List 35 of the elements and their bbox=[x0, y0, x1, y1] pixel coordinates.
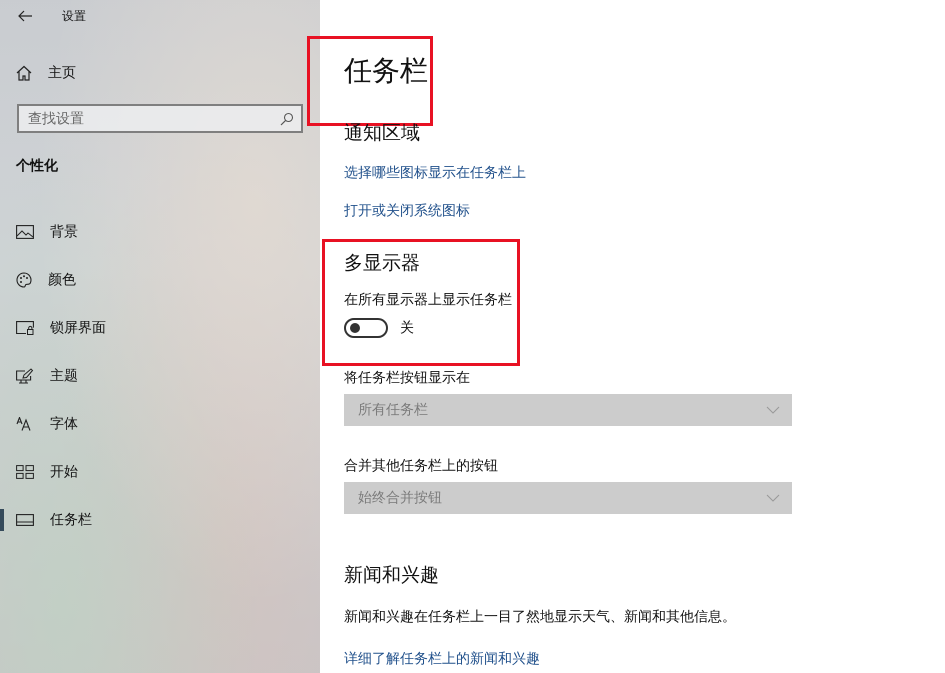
nav-item[interactable]: 开始 bbox=[0, 448, 320, 496]
back-icon[interactable] bbox=[18, 10, 32, 22]
section-heading: 通知区域 bbox=[344, 122, 421, 145]
nav-item[interactable]: 背景 bbox=[0, 208, 320, 256]
search-field[interactable]: 查找设置 bbox=[17, 104, 303, 133]
nav-item[interactable]: 颜色 bbox=[0, 256, 320, 304]
section-heading: 新闻和兴趣 bbox=[344, 564, 440, 587]
link[interactable]: 打开或关闭系统图标 bbox=[344, 200, 945, 221]
setting-label: 合并其他任务栏上的按钮 bbox=[344, 456, 499, 476]
nav-item[interactable]: 主题 bbox=[0, 352, 320, 400]
chevron-icon bbox=[766, 406, 780, 414]
lock-screen-icon bbox=[16, 321, 34, 335]
image-icon bbox=[16, 225, 34, 239]
window-title: 设置 bbox=[62, 8, 86, 24]
toggle-state: 关 bbox=[400, 318, 414, 337]
palette-icon bbox=[16, 272, 32, 288]
section-heading: 个性化 bbox=[16, 157, 59, 175]
search-icon bbox=[280, 112, 294, 126]
home-nav-item[interactable]: 主页 bbox=[0, 49, 320, 97]
link[interactable]: 详细了解任务栏上的新闻和兴趣 bbox=[344, 648, 945, 669]
nav-item[interactable]: 任务栏 bbox=[0, 496, 320, 544]
description-text: 新闻和兴趣在任务栏上一目了然地显示天气、新闻和其他信息。 bbox=[344, 608, 737, 627]
setting-label: 将任务栏按钮显示在 bbox=[344, 368, 471, 388]
home-icon bbox=[16, 65, 32, 81]
taskbar-icon bbox=[16, 514, 34, 526]
setting-label: 在所有显示器上显示任务栏 bbox=[344, 290, 513, 310]
section-heading: 多显示器 bbox=[344, 252, 421, 275]
start-icon bbox=[16, 465, 34, 479]
nav-item[interactable]: 锁屏界面 bbox=[0, 304, 320, 352]
page-title: 任务栏 bbox=[344, 54, 429, 88]
nav-item[interactable]: 字体 bbox=[0, 400, 320, 448]
toggle-switch[interactable] bbox=[344, 318, 388, 338]
theme-icon bbox=[16, 368, 34, 384]
link[interactable]: 选择哪些图标显示在任务栏上 bbox=[344, 162, 945, 183]
chevron-icon bbox=[766, 494, 780, 502]
